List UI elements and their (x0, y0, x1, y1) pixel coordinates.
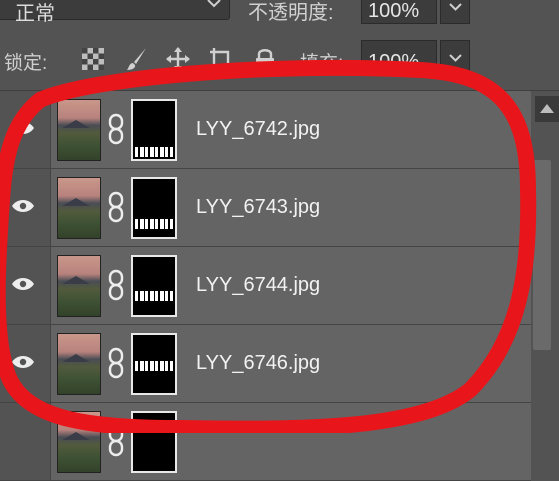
lock-artboard-icon[interactable] (208, 46, 234, 72)
layer-image-thumbnail[interactable] (57, 255, 101, 317)
layer-mask-thumbnail[interactable] (131, 411, 177, 473)
visibility-cell[interactable] (0, 169, 51, 246)
layer-mask-thumbnail[interactable] (131, 177, 177, 239)
link-icon[interactable] (108, 269, 124, 301)
layer-row[interactable]: LYY_6744.jpg (0, 247, 531, 325)
layer-name[interactable]: LYY_6744.jpg (196, 274, 320, 297)
chevron-down-icon (449, 3, 462, 11)
opacity-label: 不透明度: (248, 2, 334, 24)
layer-image-thumbnail[interactable] (57, 177, 101, 239)
visibility-cell[interactable] (0, 91, 51, 168)
lock-all-icon[interactable] (252, 46, 278, 72)
layer-row[interactable] (0, 403, 531, 481)
layer-mask-thumbnail[interactable] (131, 255, 177, 317)
layer-name[interactable]: LYY_6746.jpg (196, 352, 320, 375)
fill-value: 100% (368, 51, 420, 73)
visibility-cell[interactable] (0, 403, 51, 480)
link-icon[interactable] (108, 347, 124, 379)
link-icon[interactable] (108, 113, 124, 145)
eye-icon[interactable] (11, 355, 35, 369)
fill-input[interactable]: 100% (361, 40, 437, 76)
lock-label: 锁定: (4, 53, 48, 74)
visibility-cell[interactable] (0, 325, 51, 402)
visibility-cell[interactable] (0, 247, 51, 324)
blend-options-bar: 正常 不透明度: 100% (0, 0, 559, 26)
eye-icon[interactable] (11, 277, 35, 291)
scrollbar-thumb[interactable] (533, 160, 551, 350)
triangle-up-icon (540, 104, 554, 113)
eye-icon[interactable] (11, 121, 35, 135)
panel-collapse-tab[interactable] (535, 96, 559, 122)
layer-mask-thumbnail[interactable] (131, 333, 177, 395)
layer-image-thumbnail[interactable] (57, 333, 101, 395)
fill-label: 填充: (300, 53, 344, 74)
opacity-dropdown-button[interactable] (440, 0, 470, 24)
layer-mask-thumbnail[interactable] (131, 99, 177, 161)
lock-transparent-pixels-icon[interactable] (80, 46, 106, 72)
layer-row[interactable]: LYY_6746.jpg (0, 325, 531, 403)
layer-image-thumbnail[interactable] (57, 99, 101, 161)
layer-name[interactable]: LYY_6742.jpg (196, 118, 320, 141)
layer-image-thumbnail[interactable] (57, 411, 101, 473)
link-icon[interactable] (108, 191, 124, 223)
blend-mode-dropdown[interactable]: 正常 (0, 0, 230, 25)
opacity-input[interactable]: 100% (361, 0, 437, 24)
blend-mode-value: 正常 (15, 3, 55, 25)
lock-fill-bar: 锁定: 填充: 100% (0, 26, 559, 91)
opacity-value: 100% (368, 0, 420, 22)
link-icon[interactable] (108, 425, 124, 457)
layer-name[interactable]: LYY_6743.jpg (196, 196, 320, 219)
layer-row[interactable]: LYY_6742.jpg (0, 91, 531, 169)
lock-image-pixels-icon[interactable] (124, 46, 150, 72)
chevron-down-icon (207, 0, 221, 8)
layer-row[interactable]: LYY_6743.jpg (0, 169, 531, 247)
fill-dropdown-button[interactable] (440, 40, 470, 76)
lock-position-icon[interactable] (165, 46, 191, 72)
chevron-down-icon (449, 54, 462, 62)
eye-icon[interactable] (11, 199, 35, 213)
